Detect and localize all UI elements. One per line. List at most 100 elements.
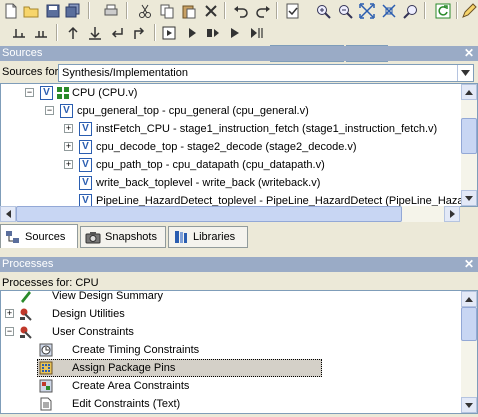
return-icon[interactable] (108, 24, 126, 42)
restart-icon[interactable] (160, 24, 178, 42)
zoom-in-icon[interactable] (314, 2, 332, 20)
push-up-icon[interactable] (64, 24, 82, 42)
tree-item-hazard-detect[interactable]: V PipeLine_HazardDetect_toplevel - PipeL… (1, 192, 467, 206)
toolbar-separator (126, 2, 128, 19)
collapse-icon[interactable]: − (25, 88, 34, 97)
find-icon[interactable] (402, 2, 420, 20)
processes-panel-title: Processes (2, 258, 54, 270)
scroll-down-icon[interactable] (461, 190, 477, 206)
redo-icon[interactable] (254, 2, 272, 20)
toolbar-separator (224, 2, 226, 19)
process-item-edit-constraints-text[interactable]: Edit Constraints (Text) (1, 395, 461, 413)
collapse-icon[interactable]: − (45, 106, 54, 115)
toolbar-separator (456, 2, 458, 19)
tree-item-cpu[interactable]: − V CPU (CPU.v) (1, 84, 461, 102)
sources-horizontal-scrollbar[interactable] (0, 206, 460, 222)
scroll-up-icon[interactable] (461, 84, 477, 100)
scrollbar-thumb[interactable] (461, 118, 477, 154)
process-item-assign-package-pins[interactable]: Assign Package Pins (1, 359, 461, 377)
library-icon (175, 231, 187, 243)
zoom-fit-icon[interactable] (358, 2, 376, 20)
scroll-down-icon[interactable] (461, 397, 477, 413)
package-pins-icon (39, 361, 53, 375)
save-all-icon[interactable] (64, 2, 82, 20)
collapse-icon[interactable]: − (5, 327, 14, 336)
expand-icon[interactable]: + (5, 309, 14, 318)
process-item-label: Edit Constraints (Text) (72, 398, 181, 410)
open-folder-icon[interactable] (22, 2, 40, 20)
tree-item-label: cpu_path_top - cpu_datapath (cpu_datapat… (96, 159, 325, 171)
sources-for-label: Sources for: (2, 66, 62, 78)
run-icon[interactable] (226, 24, 244, 42)
process-item-label: Create Area Constraints (72, 380, 190, 392)
delete-icon[interactable] (202, 2, 220, 20)
scrollbar-thumb[interactable] (16, 206, 402, 222)
tree-item-label: write_back_toplevel - write_back (writeb… (96, 177, 321, 189)
process-item-label: Design Utilities (52, 308, 125, 320)
camera-icon (85, 232, 101, 244)
undo-icon[interactable] (232, 2, 250, 20)
refresh-icon[interactable] (434, 2, 452, 20)
tree-item-write-back[interactable]: V write_back_toplevel - write_back (writ… (1, 174, 461, 192)
process-item-design-utilities[interactable]: + Design Utilities (1, 305, 461, 323)
check-icon[interactable] (284, 2, 302, 20)
push-down-icon[interactable] (86, 24, 104, 42)
new-file-icon[interactable] (2, 2, 20, 20)
copy-icon[interactable] (158, 2, 176, 20)
branch-icon[interactable] (130, 24, 148, 42)
simulation-toolbar: 1000 ns (0, 22, 478, 62)
tab-libraries[interactable]: Libraries (168, 226, 248, 248)
sources-for-select[interactable]: Synthesis/Implementation (58, 64, 474, 82)
expand-icon[interactable]: + (64, 142, 73, 151)
paste-icon[interactable] (180, 2, 198, 20)
save-icon[interactable] (44, 2, 62, 20)
chevron-down-icon[interactable] (457, 65, 473, 81)
close-icon[interactable]: ✕ (464, 46, 474, 61)
expand-icon[interactable]: + (64, 160, 73, 169)
toolbar-separator (88, 2, 90, 19)
process-item-user-constraints[interactable]: − User Constraints (1, 323, 461, 341)
zoom-out-icon[interactable] (336, 2, 354, 20)
tree-item-cpu-general[interactable]: − V cpu_general_top - cpu_general (cpu_g… (1, 102, 461, 120)
tree-item-inst-fetch[interactable]: + V instFetch_CPU - stage1_instruction_f… (1, 120, 461, 138)
run-all-icon[interactable] (182, 24, 200, 42)
step-into-icon[interactable] (10, 24, 28, 42)
verilog-file-icon: V (79, 122, 92, 136)
process-item-label: Create Timing Constraints (72, 344, 200, 356)
scroll-left-icon[interactable] (0, 206, 16, 222)
expand-icon[interactable]: + (64, 124, 73, 133)
tree-item-cpu-decode[interactable]: + V cpu_decode_top - stage2_decode (stag… (1, 138, 461, 156)
main-toolbar (0, 0, 478, 21)
sources-tab-icon (6, 230, 19, 243)
processes-for-label: Processes for: CPU (2, 277, 99, 289)
cut-icon[interactable] (136, 2, 154, 20)
step-over-icon[interactable] (32, 24, 50, 42)
process-item-create-timing-constraints[interactable]: Create Timing Constraints (1, 341, 461, 359)
process-item-view-design-summary[interactable]: View Design Summary (1, 290, 461, 305)
sources-tree[interactable]: − V CPU (CPU.v) − V cpu_general_top - cp… (0, 83, 478, 207)
tab-sources[interactable]: Sources (0, 224, 78, 248)
pen-icon[interactable] (460, 2, 478, 20)
tree-item-label: cpu_general_top - cpu_general (cpu_gener… (77, 105, 309, 117)
tree-item-label: cpu_decode_top - stage2_decode (stage2_d… (96, 141, 357, 153)
processes-tree[interactable]: View Design Summary + Design Utilities −… (0, 290, 478, 414)
tab-label: Libraries (193, 231, 236, 243)
scroll-up-icon[interactable] (461, 291, 477, 307)
tree-item-cpu-path[interactable]: + V cpu_path_top - cpu_datapath (cpu_dat… (1, 156, 461, 174)
sources-panel-header: Sources ✕ (0, 46, 478, 61)
sources-vertical-scrollbar[interactable] (461, 84, 477, 206)
timing-constraints-icon (39, 343, 53, 357)
process-item-label: View Design Summary (52, 290, 164, 302)
scroll-right-icon[interactable] (444, 206, 460, 222)
processes-vertical-scrollbar[interactable] (461, 291, 477, 413)
zoom-full-icon[interactable] (380, 2, 398, 20)
tree-item-label: CPU (CPU.v) (72, 87, 138, 99)
process-item-create-area-constraints[interactable]: Create Area Constraints (1, 377, 461, 395)
tab-snapshots[interactable]: Snapshots (80, 226, 166, 248)
scrollbar-thumb[interactable] (461, 307, 477, 341)
print-icon[interactable] (102, 2, 120, 20)
toolbar-separator (276, 2, 278, 19)
close-icon[interactable]: ✕ (464, 257, 474, 272)
run-for-time-icon[interactable] (248, 24, 266, 42)
run-to-icon[interactable] (204, 24, 222, 42)
